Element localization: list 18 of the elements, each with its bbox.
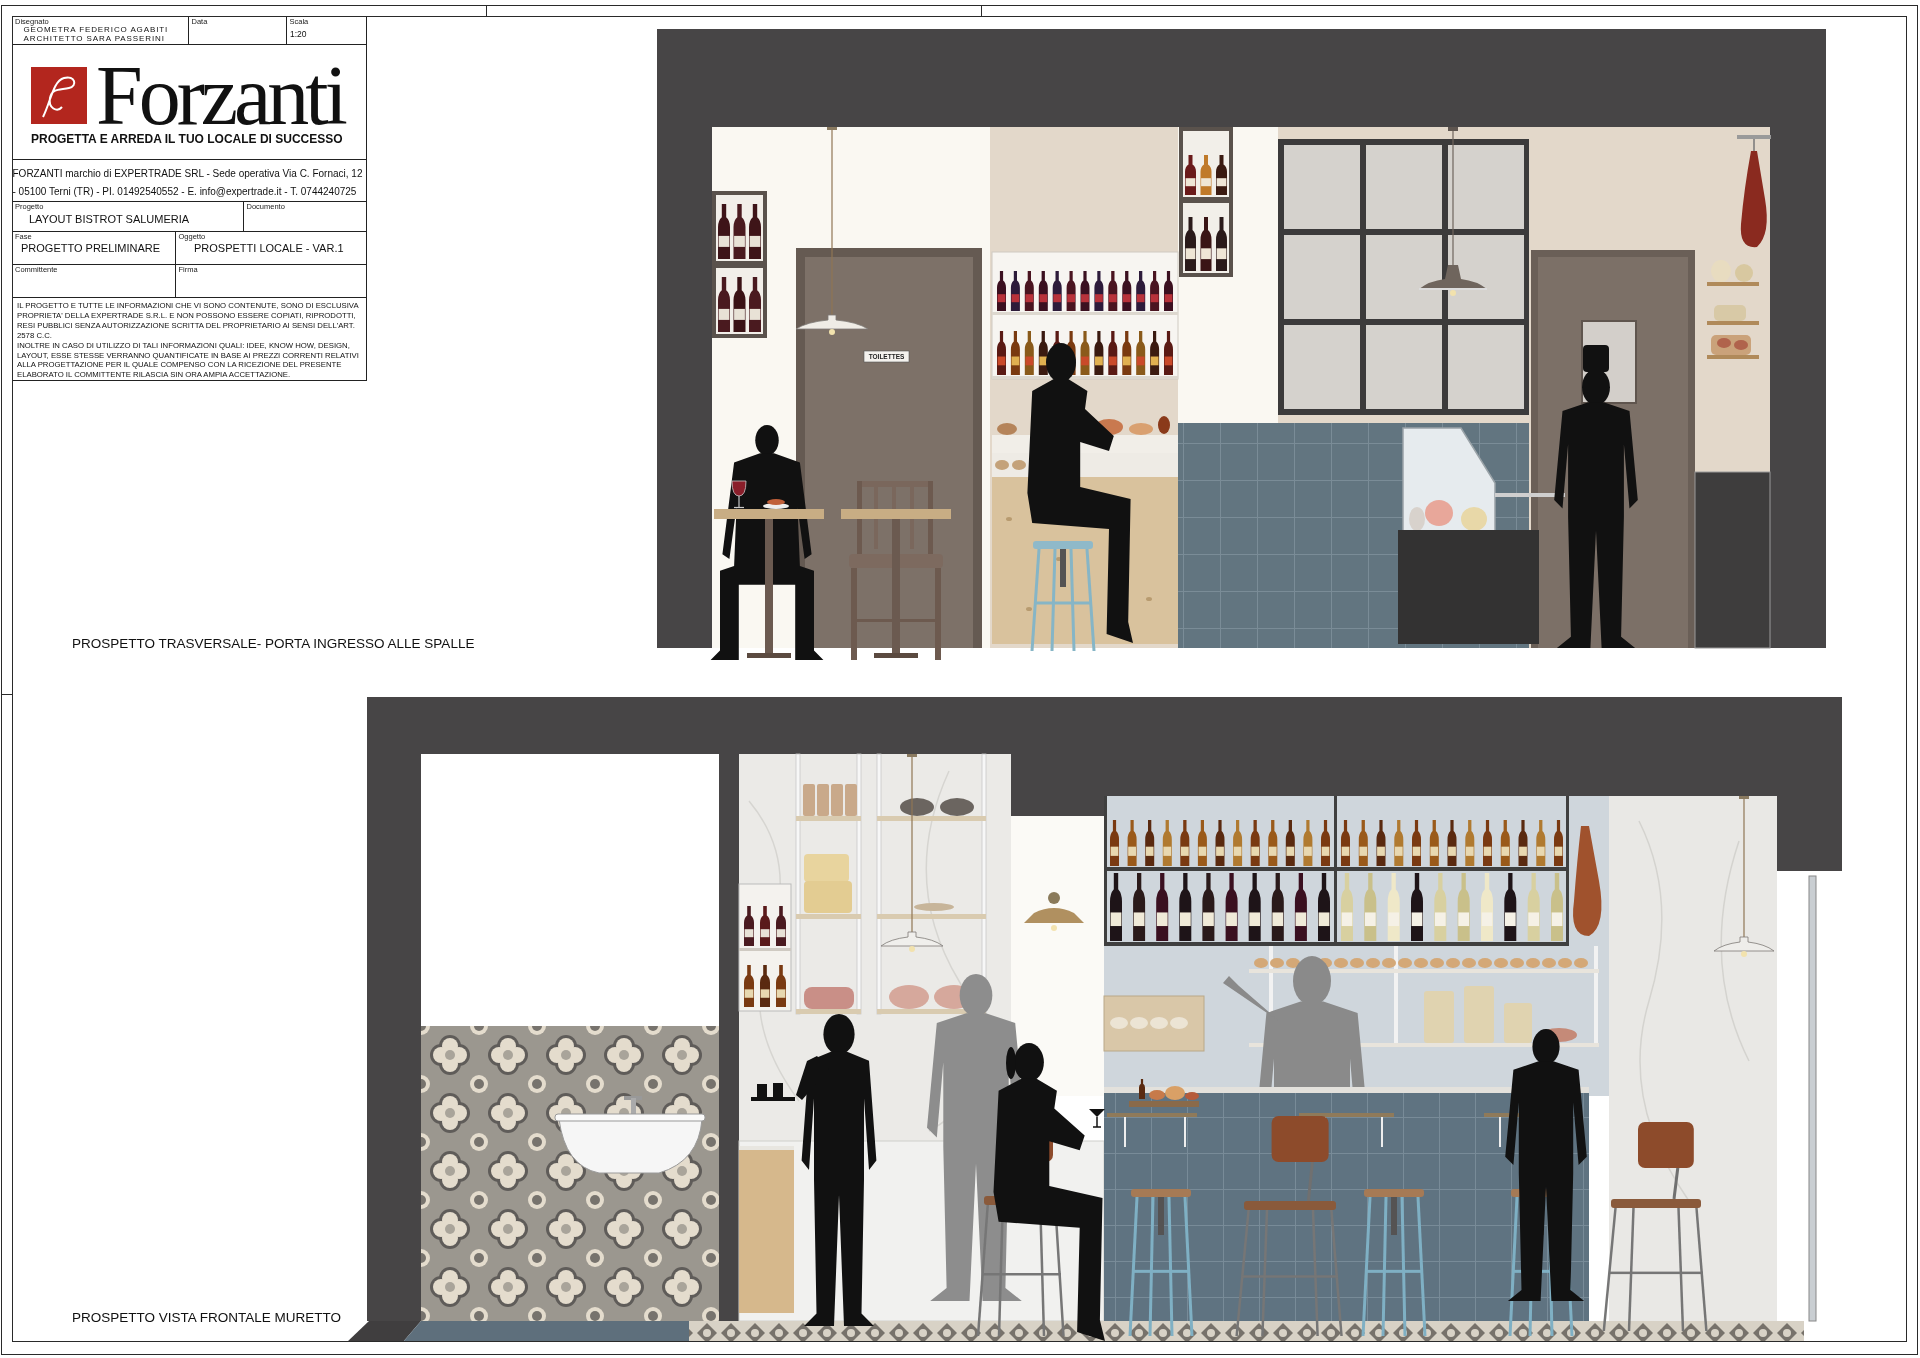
subject-value: PROSPETTI LOCALE - VAR.1 — [194, 242, 344, 255]
wall-lamp — [1024, 891, 1084, 931]
wine-glass-icon — [731, 480, 746, 509]
scale-value: 1:20 — [290, 28, 307, 39]
logo-icon — [31, 67, 87, 124]
designer-name: GEOMETRA FEDERICO AGABITI — [23, 26, 169, 35]
tagline: PROGETTA E ARREDA IL TUO LOCALE DI SUCCESSO — [31, 132, 343, 146]
phase-value: PROGETTO PRELIMINARE — [21, 242, 161, 255]
designer-name: ARCHITETTO SARA PASSERINI — [23, 34, 165, 43]
project-name: LAYOUT BISTROT SALUMERIA — [29, 212, 190, 226]
elevation-title: PROSPETTO VISTA FRONTALE MURETTO — [72, 1310, 342, 1326]
tray-icon — [751, 1082, 795, 1101]
wine-glass-icon — [1089, 1108, 1105, 1128]
food-platter-icon — [1129, 1078, 1199, 1107]
food-plate-icon — [762, 499, 789, 509]
logo-wordmark: Forzanti — [96, 67, 344, 124]
elevation-title: PROSPETTO TRASVERSALE- PORTA INGRESSO ALLE SPALLE — [72, 636, 475, 652]
company-info: FORZANTI marchio di EXPERTRADE SRL - Sede operativa Via C. Fornaci, 12 - 05100 Terni (TR) - PI. 01492540552 - E. info@expertrade.it - T. 0744240725 — [12, 167, 364, 199]
